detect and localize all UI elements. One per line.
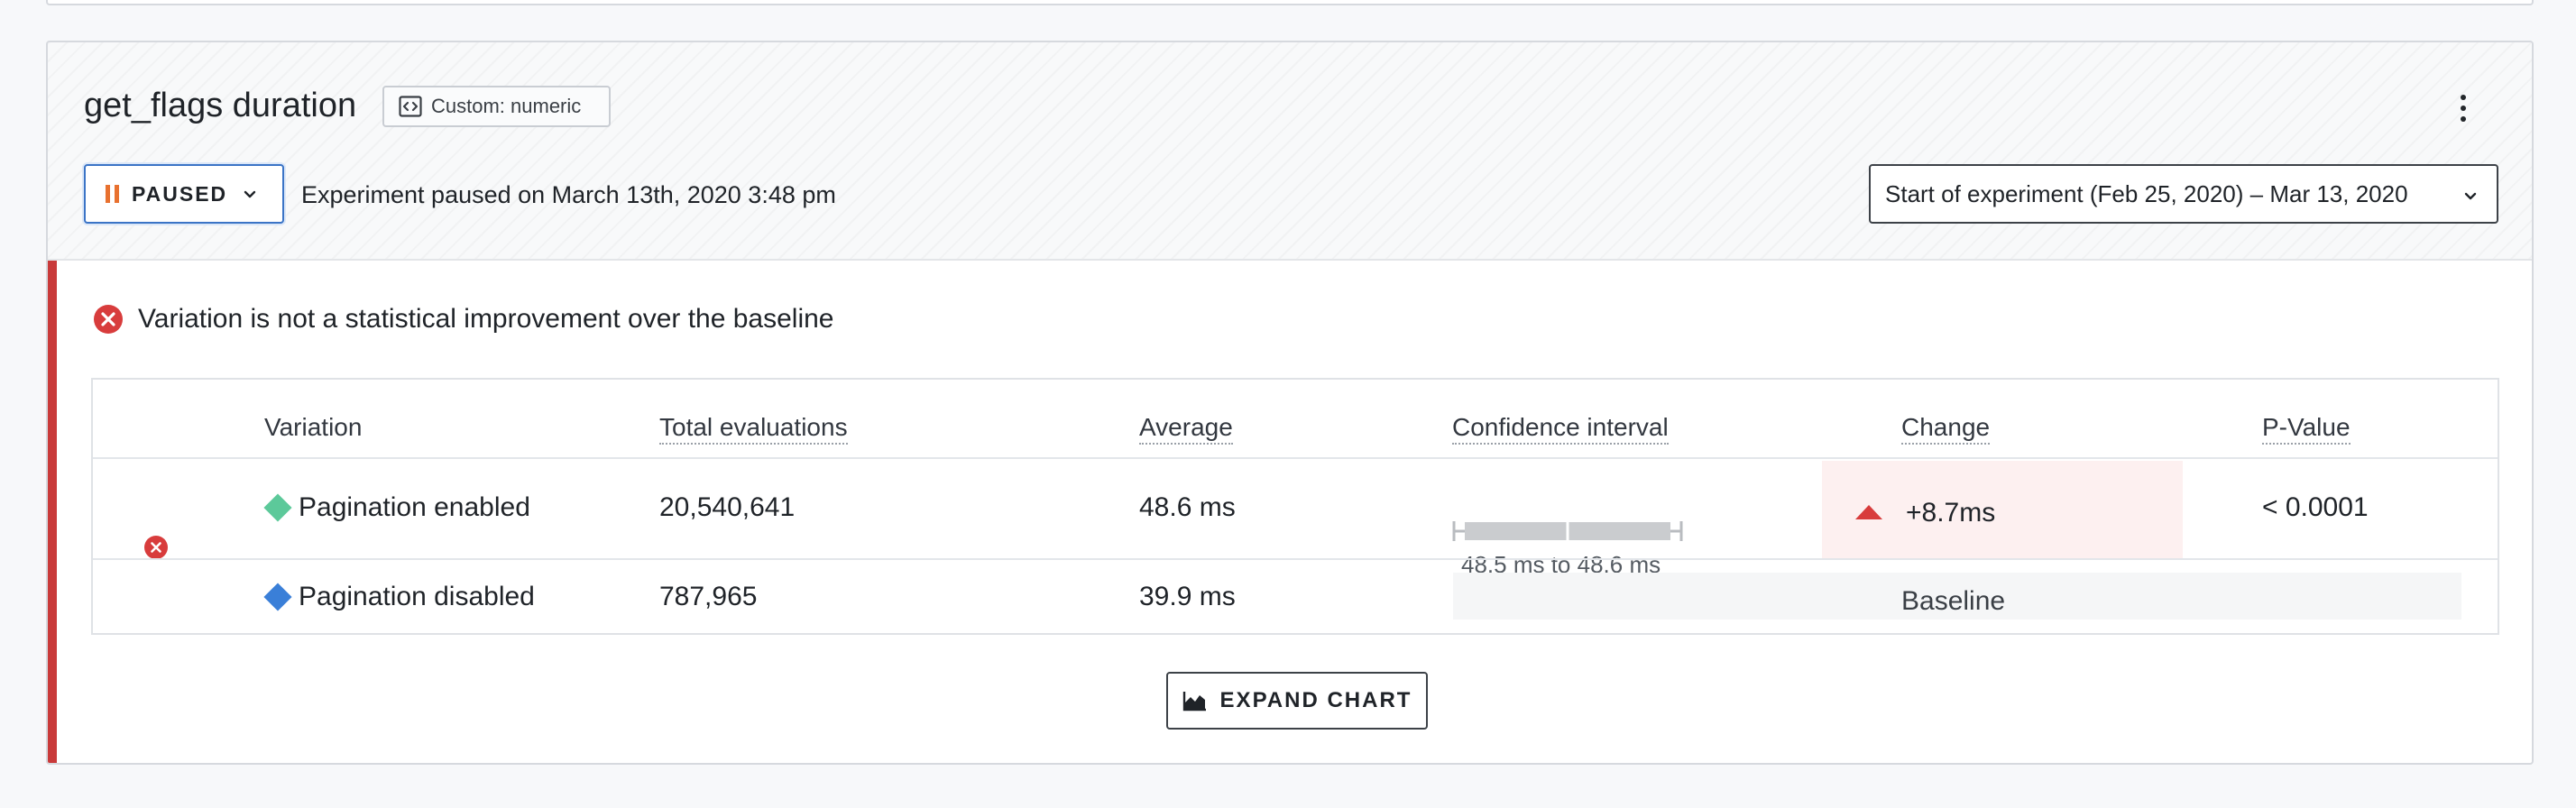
paused-note: Experiment paused on March 13th, 2020 3:… (301, 181, 836, 208)
total-evaluations-value: 787,965 (659, 582, 758, 611)
metric-type-badge: Custom: numeric (382, 86, 611, 127)
error-circle-icon (144, 536, 168, 559)
variation-color-diamond-icon (263, 583, 292, 611)
row-divider (93, 558, 2498, 560)
metric-result-card: get_flags duration Custom: numeric PAUSE… (46, 41, 2534, 765)
p-value: < 0.0001 (2262, 492, 2369, 522)
experiment-status-dropdown[interactable]: PAUSED (84, 164, 284, 224)
total-evaluations-value: 20,540,641 (659, 492, 796, 522)
variation-name: Pagination enabled (299, 492, 530, 522)
area-chart-icon (1182, 692, 1206, 712)
header-change[interactable]: Change (1901, 412, 1991, 445)
status-label: PAUSED (132, 181, 228, 206)
increase-arrow-icon (1855, 505, 1882, 519)
header-variation: Variation (264, 413, 363, 441)
more-options-icon[interactable] (2452, 90, 2474, 126)
confidence-interval-bar (1452, 521, 1683, 541)
header-p-value[interactable]: P-Value (2262, 412, 2351, 445)
negative-result-indicator (48, 261, 57, 763)
variation-name: Pagination disabled (299, 582, 535, 611)
results-table: Variation Total evaluations Average Conf… (91, 378, 2499, 635)
average-value: 39.9 ms (1139, 582, 1236, 611)
code-icon (399, 96, 422, 117)
previous-card-edge (46, 0, 2534, 5)
header-total-evaluations[interactable]: Total evaluations (659, 412, 848, 445)
change-value: +8.7ms (1906, 498, 1996, 528)
expand-chart-button[interactable]: EXPAND CHART (1166, 672, 1428, 730)
pause-icon (106, 185, 119, 203)
expand-chart-label: EXPAND CHART (1219, 688, 1412, 712)
chevron-down-icon (2464, 192, 2477, 200)
header-confidence-interval[interactable]: Confidence interval (1452, 412, 1669, 445)
average-value: 48.6 ms (1139, 492, 1236, 522)
date-range-dropdown[interactable]: Start of experiment (Feb 25, 2020) – Mar… (1869, 164, 2498, 224)
error-circle-icon (94, 305, 123, 334)
card-header: get_flags duration Custom: numeric PAUSE… (48, 42, 2532, 261)
verdict-text: Variation is not a statistical improveme… (138, 304, 834, 334)
baseline-label: Baseline (1901, 586, 2006, 616)
metric-type-label: Custom: numeric (431, 95, 582, 117)
metric-title: get_flags duration (84, 87, 357, 124)
row-divider (93, 457, 2498, 459)
variation-color-diamond-icon (263, 493, 292, 522)
date-range-label: Start of experiment (Feb 25, 2020) – Mar… (1885, 179, 2408, 207)
header-average[interactable]: Average (1139, 412, 1233, 445)
verdict-message: Variation is not a statistical improveme… (93, 304, 834, 335)
chevron-down-icon (244, 190, 256, 198)
